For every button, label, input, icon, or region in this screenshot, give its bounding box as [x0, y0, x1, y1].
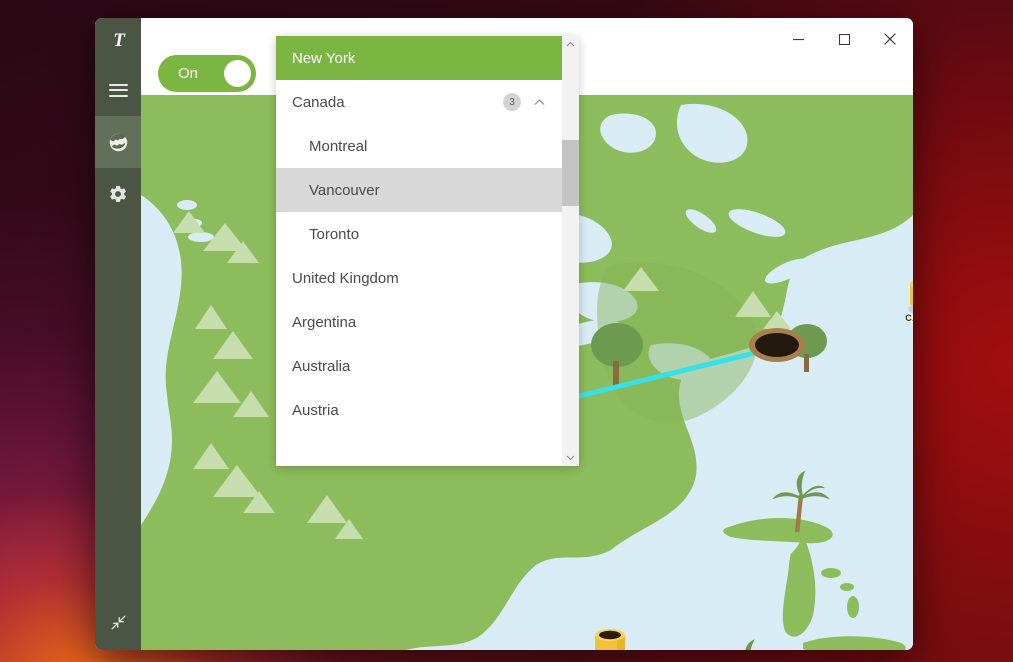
sidebar-collapse-button[interactable]	[95, 613, 141, 632]
toggle-knob	[224, 60, 251, 87]
list-item-canada-group[interactable]: Canada 3	[276, 80, 562, 124]
country-dropdown: New York Canada 3 Montreal Vancouver Tor…	[276, 36, 579, 466]
maximize-icon	[838, 33, 850, 45]
city-count-badge: 3	[503, 93, 521, 111]
close-icon	[884, 33, 896, 45]
vpn-power-toggle[interactable]: On	[158, 55, 256, 92]
app-logo: T	[95, 18, 141, 64]
gear-icon	[110, 185, 126, 203]
hamburger-icon	[108, 83, 128, 97]
map-marker-canada[interactable]: CANADA	[904, 273, 913, 324]
minimize-icon	[792, 38, 804, 40]
sidebar-item-menu[interactable]	[95, 64, 141, 116]
minimize-button[interactable]	[775, 18, 821, 60]
list-item-label: Canada	[292, 93, 345, 111]
list-item-australia[interactable]: Australia	[276, 344, 562, 388]
close-button[interactable]	[867, 18, 913, 60]
list-item-label: Vancouver	[309, 181, 380, 199]
scroll-up-button[interactable]	[562, 36, 579, 53]
list-item-vancouver[interactable]: Vancouver	[276, 168, 562, 212]
map-marker-label: CANADA	[904, 312, 913, 324]
list-item-label: United Kingdom	[292, 269, 399, 287]
sidebar-item-settings[interactable]	[95, 168, 141, 220]
desktop-background: T C On New York Canada 3 Montreal Vancou…	[0, 0, 1013, 662]
scroll-down-button[interactable]	[562, 449, 579, 466]
window-controls	[775, 18, 913, 60]
list-item-label: New York	[292, 49, 356, 67]
globe-icon	[109, 133, 127, 151]
list-item-label: Australia	[292, 357, 351, 375]
main-pane: CANADA MEXICO	[141, 18, 913, 650]
map-marker-mexico[interactable]: MEXICO	[590, 624, 630, 650]
chevron-down-icon	[566, 455, 575, 461]
shrink-arrows-icon	[110, 615, 126, 630]
pipe-marker-icon	[595, 629, 625, 650]
list-item-label: Austria	[292, 401, 339, 419]
list-item-argentina[interactable]: Argentina	[276, 300, 562, 344]
list-item-label: Argentina	[292, 313, 357, 331]
logo-glyph: T	[113, 30, 125, 51]
list-item-united-kingdom[interactable]: United Kingdom	[276, 256, 562, 300]
list-item-montreal[interactable]: Montreal	[276, 124, 562, 168]
maximize-button[interactable]	[821, 18, 867, 60]
sidebar-item-locations[interactable]	[95, 116, 141, 168]
chevron-up-icon	[566, 41, 575, 47]
list-item-austria[interactable]: Austria	[276, 388, 562, 432]
list-item-new-york[interactable]: New York	[276, 36, 562, 80]
pipe-marker-icon	[908, 280, 913, 314]
country-list: New York Canada 3 Montreal Vancouver Tor…	[276, 36, 562, 466]
list-bottom-padding	[276, 432, 562, 466]
dropdown-scrollbar[interactable]	[562, 36, 579, 466]
list-item-toronto[interactable]: Toronto	[276, 212, 562, 256]
list-item-label: Toronto	[309, 225, 360, 243]
chevron-up-icon[interactable]	[533, 96, 546, 109]
sidebar: T	[95, 18, 141, 650]
toggle-label: On	[178, 65, 199, 82]
scrollbar-thumb[interactable]	[562, 140, 579, 206]
list-item-label: Montreal	[309, 137, 368, 155]
tunnel-hole	[749, 328, 805, 362]
vpn-app-window: T C On New York Canada 3 Montreal Vancou…	[95, 18, 913, 650]
